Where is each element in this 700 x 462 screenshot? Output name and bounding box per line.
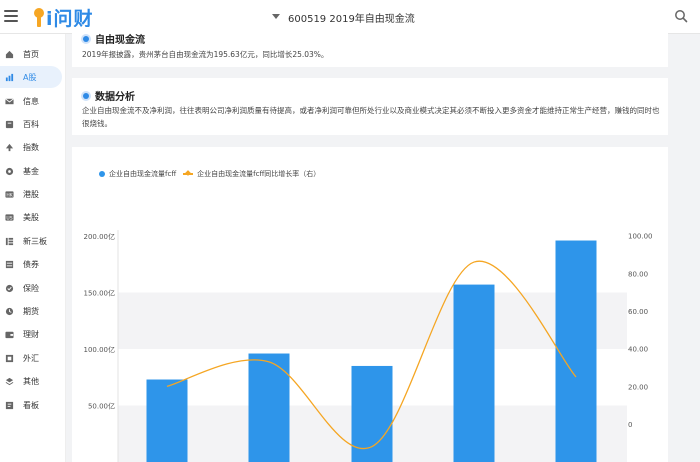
y-left-tick-label: 200.00亿 — [84, 232, 116, 241]
analysis-card: 数据分析 企业自由现金流不及净利润，往往表明公司净利润质量有待提高，或者净利润可… — [72, 78, 668, 135]
menu-icon[interactable] — [4, 10, 18, 22]
fcf-header: 自由现金流 — [83, 31, 145, 46]
sidebar-item[interactable]: 期货 — [0, 300, 66, 322]
sidebar-item[interactable]: HK 港股 — [0, 183, 66, 205]
layers-icon — [5, 377, 14, 385]
sidebar-item-label: 外汇 — [23, 353, 39, 363]
forex-icon — [5, 354, 14, 362]
bond-icon — [5, 260, 14, 268]
sidebar-item-label: 信息 — [23, 96, 39, 106]
logo-bulb-icon — [34, 6, 44, 28]
sidebar-item-label: 债券 — [23, 259, 39, 269]
section-dot-icon — [83, 35, 89, 42]
legend-label-line[interactable]: 企业自由现金流量fcff同比增长率（右） — [197, 169, 320, 179]
sidebar-item-label: 理财 — [23, 329, 39, 339]
hk-icon: HK — [5, 190, 14, 198]
y-right-tick-label: 80.00 — [628, 270, 648, 278]
section-title: 自由现金流 — [95, 35, 145, 46]
search-bar[interactable]: 600519 2019年自由现金流 — [262, 3, 700, 30]
search-icon[interactable] — [674, 9, 688, 23]
legend-bar-swatch — [99, 171, 105, 177]
neeq-icon — [5, 237, 14, 245]
sidebar-item[interactable]: 百科 — [0, 113, 66, 135]
chart-legend: 企业自由现金流量fcff 企业自由现金流量fcff同比增长率（右） — [99, 169, 320, 179]
y-left-tick-label: 100.00亿 — [84, 345, 116, 354]
y-left-tick-label: 150.00亿 — [84, 289, 116, 298]
insurance-icon — [5, 284, 14, 292]
home-icon — [5, 50, 14, 58]
sidebar-item-label: 首页 — [23, 49, 39, 59]
index-icon — [5, 143, 14, 151]
legend-line-swatch — [183, 173, 194, 175]
sidebar-item[interactable]: 外汇 — [0, 347, 66, 369]
sidebar-item-label: 期货 — [23, 306, 39, 316]
y-left-tick-label: 50.00亿 — [88, 402, 115, 411]
search-query[interactable]: 600519 2019年自由现金流 — [288, 10, 415, 25]
fcf-chart: 50.00亿 100.00亿 150.00亿 200.00亿 0 20.00 40.00 60… — [84, 230, 653, 462]
bar — [146, 379, 188, 462]
section-dot-icon — [83, 92, 89, 99]
sidebar-item[interactable]: 基金 — [0, 160, 66, 182]
sidebar-item-label: 百科 — [23, 119, 39, 129]
sidebar-item[interactable]: 保险 — [0, 277, 66, 299]
bar — [555, 240, 597, 462]
sidebar-item[interactable]: 债券 — [0, 253, 66, 275]
sidebar: 首页 A股信息百科指数基金 HK 港股 US 美股新三板债券保险期货理财外汇其他看板 — [0, 34, 66, 462]
y-right-tick-label: 100.00 — [628, 233, 653, 241]
svg-text:US: US — [6, 215, 12, 221]
mail-icon — [5, 97, 14, 104]
svg-text:HK: HK — [6, 192, 13, 198]
sidebar-item-label: 保险 — [23, 283, 39, 293]
sidebar-item-label: 看板 — [23, 400, 39, 410]
sidebar-item[interactable]: 指数 — [0, 136, 66, 158]
sidebar-item[interactable]: A股 — [0, 66, 62, 88]
y-right-tick-label: 0 — [628, 421, 632, 429]
analysis-header: 数据分析 — [83, 88, 135, 103]
sidebar-item-label: 港股 — [23, 189, 39, 199]
board-icon — [5, 401, 14, 409]
y-right-tick-label: 60.00 — [628, 308, 648, 316]
sidebar-item-label: A股 — [23, 72, 37, 82]
fcf-card: 自由现金流 2019年报披露，贵州茅台自由现金流为195.63亿元，同比增长25… — [72, 27, 668, 67]
analysis-text: 企业自由现金流不及净利润，往往表明公司净利润质量有待提高，或者净利润可靠但所处行… — [82, 106, 660, 128]
legend-label-bar[interactable]: 企业自由现金流量fcff — [109, 169, 176, 179]
wallet-icon — [5, 331, 14, 338]
sidebar-item[interactable]: 信息 — [0, 90, 66, 112]
sidebar-item-label: 新三板 — [23, 236, 47, 246]
sidebar-item[interactable]: 看板 — [0, 394, 66, 416]
sidebar-item[interactable]: 新三板 — [0, 230, 66, 252]
book-icon — [5, 120, 14, 128]
fund-icon — [5, 167, 14, 175]
us-icon: US — [5, 213, 14, 221]
y-right-tick-label: 40.00 — [628, 346, 648, 354]
chart-icon — [5, 73, 14, 81]
grid-band — [118, 292, 627, 349]
sidebar-item[interactable]: US 美股 — [0, 206, 66, 228]
fcf-summary: 2019年报披露，贵州茅台自由现金流为195.63亿元，同比增长25.03%。 — [82, 50, 329, 59]
bar — [453, 284, 495, 462]
dropdown-caret-icon[interactable] — [272, 14, 280, 19]
sidebar-item-label: 指数 — [23, 142, 39, 152]
section-title: 数据分析 — [95, 92, 135, 103]
chart-card: 50.00亿 100.00亿 150.00亿 200.00亿 0 20.00 40.00 60… — [72, 147, 668, 462]
sidebar-item-label: 美股 — [23, 212, 39, 222]
y-right-tick-label: 20.00 — [628, 383, 648, 391]
sidebar-item[interactable]: 其他 — [0, 370, 66, 392]
sidebar-item[interactable]: 首页 — [0, 43, 66, 65]
futures-icon — [5, 307, 14, 315]
sidebar-item-label: 其他 — [23, 376, 39, 386]
sidebar-item[interactable]: 理财 — [0, 323, 66, 345]
sidebar-item-label: 基金 — [23, 166, 39, 176]
